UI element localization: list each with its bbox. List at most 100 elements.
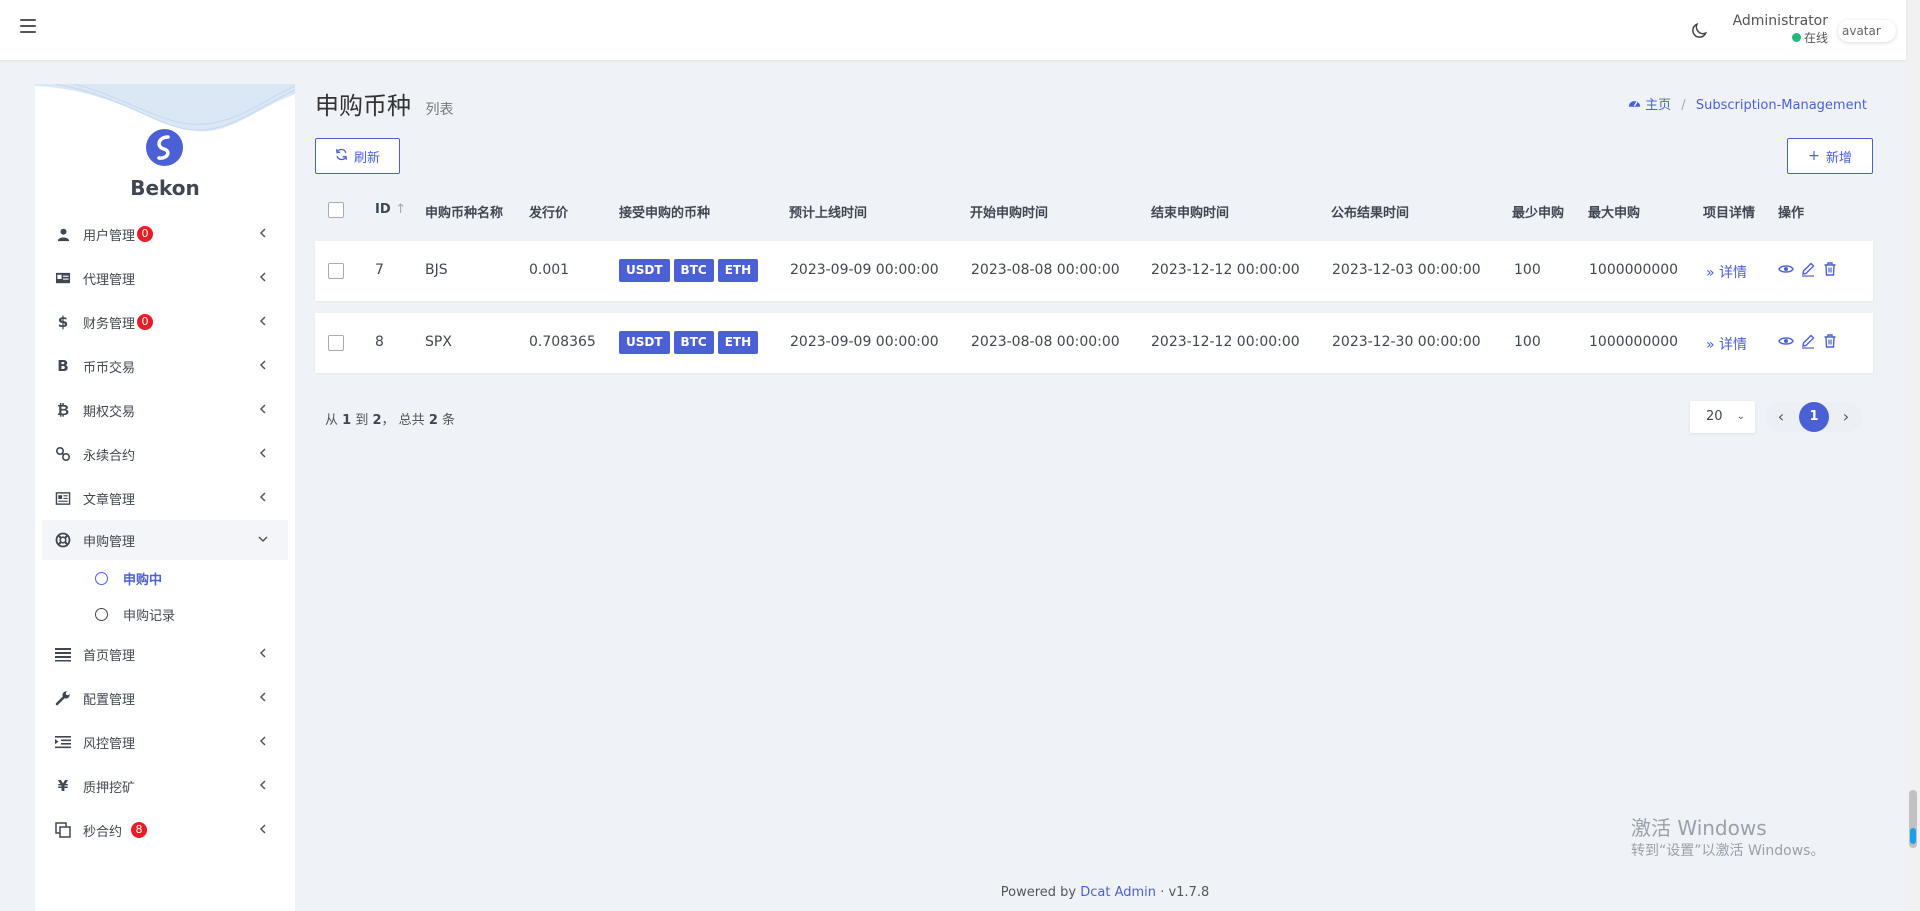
cell-result-time: 2023-12-03 00:00:00 xyxy=(1332,262,1481,278)
cell-max: 1000000000 xyxy=(1589,334,1679,350)
sidebar-item-label: 财务管理 xyxy=(83,316,136,332)
id-card-icon xyxy=(55,270,71,286)
column-header-end-time: 结束申购时间 xyxy=(1151,206,1230,221)
windows-activation-watermark: 激活 Windows 转到“设置”以激活 Windows。 xyxy=(1631,815,1824,861)
add-new-label: 新增 xyxy=(1825,150,1852,166)
currency-tag: USDT xyxy=(619,331,670,354)
pagination: ‹ 1 › xyxy=(1765,402,1862,432)
sidebar-item-second-contract[interactable]: 秒合约 8 xyxy=(35,808,295,852)
currency-tag: ETH xyxy=(717,331,759,354)
footer-prefix: Powered by xyxy=(1000,885,1077,900)
sidebar-item-label: 期权交易 xyxy=(83,404,136,420)
currency-tag: USDT xyxy=(619,259,670,282)
edit-pencil-icon[interactable] xyxy=(1800,333,1816,349)
view-eye-icon[interactable] xyxy=(1778,261,1794,277)
dark-mode-moon-icon[interactable] xyxy=(1689,21,1709,41)
column-header-result-time: 公布结果时间 xyxy=(1331,206,1410,221)
sidebar-item-perpetual-contract[interactable]: 永续合约 xyxy=(35,432,295,476)
breadcrumb-home[interactable]: 主页 xyxy=(1645,98,1671,113)
user-info[interactable]: Administrator 在线 xyxy=(1730,13,1828,47)
add-new-button[interactable]: + 新增 xyxy=(1787,138,1873,174)
sidebar-subitem-subscription-records[interactable]: 申购记录 xyxy=(35,596,295,632)
life-ring-icon xyxy=(55,532,71,548)
per-page-select[interactable]: 20 ⌄ xyxy=(1690,401,1755,433)
sidebar-item-options-trading[interactable]: ₿ 期权交易 xyxy=(35,388,295,432)
breadcrumb-current[interactable]: Subscription-Management xyxy=(1696,98,1867,113)
sidebar-subitem-label: 申购记录 xyxy=(123,608,176,624)
prev-page-icon[interactable]: ‹ xyxy=(1771,402,1791,432)
sidebar-item-label: 质押挖矿 xyxy=(83,780,136,796)
current-page[interactable]: 1 xyxy=(1799,402,1829,432)
sidebar-item-config-management[interactable]: 配置管理 xyxy=(35,676,295,720)
watermark-line1: 激活 Windows xyxy=(1631,816,1767,840)
edit-pencil-icon[interactable] xyxy=(1800,261,1816,277)
page-header: 申购币种 列表 xyxy=(315,86,453,121)
chevron-left-icon xyxy=(259,316,266,326)
page-scrollbar[interactable] xyxy=(1906,0,1920,911)
avatar[interactable]: avatar xyxy=(1838,20,1896,42)
bitcoin-b-icon: B xyxy=(57,357,69,375)
yen-icon: ¥ xyxy=(57,777,69,795)
brand-name: Bekon xyxy=(130,176,200,200)
row-actions xyxy=(1778,261,1844,277)
cell-name: BJS xyxy=(425,262,448,278)
sidebar-item-label: 配置管理 xyxy=(83,692,136,708)
select-all-checkbox[interactable] xyxy=(328,202,344,218)
row-checkbox[interactable] xyxy=(328,335,344,351)
sidebar-item-label: 用户管理 xyxy=(83,228,136,244)
top-navbar: Administrator 在线 avatar xyxy=(0,0,1906,60)
row-actions xyxy=(1778,333,1844,349)
sidebar-item-label: 秒合约 xyxy=(83,824,123,840)
user-icon xyxy=(55,226,71,242)
column-header-start-time: 开始申购时间 xyxy=(970,206,1049,221)
column-header-actions: 操作 xyxy=(1778,206,1805,221)
detail-link[interactable]: » 详情 xyxy=(1706,262,1747,282)
column-header-min: 最少申购 xyxy=(1512,206,1565,221)
detail-link[interactable]: » 详情 xyxy=(1706,334,1747,354)
sidebar-item-label: 币币交易 xyxy=(83,360,136,376)
column-header-max: 最大申购 xyxy=(1588,206,1641,221)
refresh-icon xyxy=(335,148,348,165)
page-title: 申购币种 xyxy=(315,92,411,120)
sidebar-item-staking-mining[interactable]: ¥ 质押挖矿 xyxy=(35,764,295,808)
double-chevron-right-icon: » xyxy=(1706,265,1715,281)
column-header-online-time: 预计上线时间 xyxy=(789,206,868,221)
scrollbar-marker xyxy=(1910,828,1916,844)
sidebar-item-label: 风控管理 xyxy=(83,736,136,752)
column-header-id[interactable]: ID ↑ xyxy=(375,202,406,217)
dashboard-icon xyxy=(1628,98,1645,113)
sidebar-item-article-management[interactable]: 文章管理 xyxy=(35,476,295,520)
cell-end-time: 2023-12-12 00:00:00 xyxy=(1151,334,1300,350)
currency-tag: ETH xyxy=(717,259,759,282)
column-header-name: 申购币种名称 xyxy=(425,206,504,221)
column-header-price: 发行价 xyxy=(529,206,569,221)
hamburger-menu-icon[interactable] xyxy=(20,19,36,33)
sidebar-item-user-management[interactable]: 用户管理 0 xyxy=(35,212,295,256)
sidebar-item-risk-control[interactable]: 风控管理 xyxy=(35,720,295,764)
refresh-button[interactable]: 刷新 xyxy=(315,138,400,174)
view-eye-icon[interactable] xyxy=(1778,333,1794,349)
sidebar-item-agent-management[interactable]: 代理管理 xyxy=(35,256,295,300)
delete-trash-icon[interactable] xyxy=(1822,333,1838,349)
row-checkbox[interactable] xyxy=(328,263,344,279)
cell-result-time: 2023-12-30 00:00:00 xyxy=(1332,334,1481,350)
user-management-badge: 0 xyxy=(137,226,154,242)
indent-icon xyxy=(55,734,71,750)
sidebar-item-subscription-management[interactable]: 申购管理 xyxy=(42,520,288,560)
sidebar-item-label: 申购管理 xyxy=(83,534,136,550)
sidebar-item-home-management[interactable]: 首页管理 xyxy=(35,632,295,676)
cell-price: 0.001 xyxy=(529,262,570,278)
per-page-value: 20 xyxy=(1706,409,1723,424)
chevron-left-icon xyxy=(259,404,266,414)
next-page-icon[interactable]: › xyxy=(1836,402,1856,432)
breadcrumb: 主页 / Subscription-Management xyxy=(1628,94,1867,113)
footer-link[interactable]: Dcat Admin xyxy=(1080,885,1156,900)
sort-icon: ↑ xyxy=(395,202,407,217)
page-subtitle: 列表 xyxy=(425,102,454,118)
sidebar-menu: 用户管理 0 代理管理 $ 财务管理 0 B 币币交易 ₿ 期权交易 永续合约 … xyxy=(35,212,295,852)
sidebar-subitem-subscribing[interactable]: 申购中 xyxy=(35,560,295,596)
sidebar-item-spot-trading[interactable]: B 币币交易 xyxy=(35,344,295,388)
sidebar-item-finance-management[interactable]: $ 财务管理 0 xyxy=(35,300,295,344)
double-chevron-right-icon: » xyxy=(1706,337,1715,353)
delete-trash-icon[interactable] xyxy=(1822,261,1838,277)
